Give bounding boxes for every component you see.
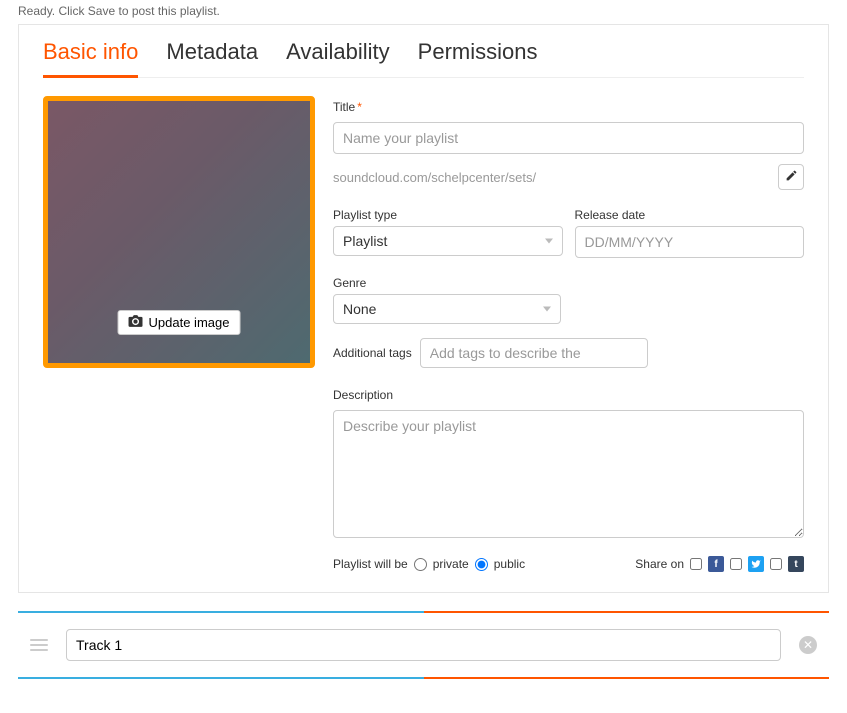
title-input[interactable] bbox=[333, 122, 804, 154]
tab-metadata[interactable]: Metadata bbox=[166, 25, 258, 78]
close-icon: ✕ bbox=[803, 639, 813, 651]
privacy-group: Playlist will be private public bbox=[333, 557, 525, 571]
share-facebook-checkbox[interactable] bbox=[690, 558, 702, 570]
tabs: Basic info Metadata Availability Permiss… bbox=[43, 25, 804, 78]
editor-panel: Basic info Metadata Availability Permiss… bbox=[18, 24, 829, 593]
share-group: Share on f t bbox=[635, 556, 804, 572]
progress-line-top bbox=[18, 611, 829, 613]
camera-icon bbox=[129, 315, 143, 330]
twitter-icon bbox=[748, 556, 764, 572]
playlist-type-select-wrap: Playlist bbox=[333, 226, 563, 256]
status-bar: Ready. Click Save to post this playlist. bbox=[0, 0, 847, 22]
privacy-public-label: public bbox=[494, 557, 525, 571]
tab-permissions[interactable]: Permissions bbox=[418, 25, 538, 78]
share-twitter-checkbox[interactable] bbox=[730, 558, 742, 570]
privacy-label: Playlist will be bbox=[333, 557, 408, 571]
track-row: ✕ bbox=[18, 613, 829, 677]
image-column: Update image bbox=[43, 96, 315, 572]
genre-select[interactable]: None bbox=[333, 294, 561, 324]
permalink-url: soundcloud.com/schelpcenter/sets/ bbox=[333, 170, 770, 185]
title-label: Title* bbox=[333, 100, 804, 114]
form-column: Title* soundcloud.com/schelpcenter/sets/… bbox=[333, 96, 804, 572]
track-section: ✕ bbox=[18, 611, 829, 679]
drag-handle-icon[interactable] bbox=[30, 639, 48, 651]
remove-track-button[interactable]: ✕ bbox=[799, 636, 817, 654]
privacy-private-radio[interactable] bbox=[414, 558, 427, 571]
release-date-label: Release date bbox=[575, 208, 805, 222]
edit-url-button[interactable] bbox=[778, 164, 804, 190]
playlist-type-select[interactable]: Playlist bbox=[333, 226, 563, 256]
tab-availability[interactable]: Availability bbox=[286, 25, 390, 78]
type-date-row: Playlist type Playlist Release date bbox=[333, 204, 804, 258]
required-indicator: * bbox=[357, 100, 362, 114]
progress-line-bottom bbox=[18, 677, 829, 679]
tags-input[interactable] bbox=[420, 338, 648, 368]
genre-label: Genre bbox=[333, 276, 804, 290]
share-label: Share on bbox=[635, 557, 684, 571]
update-image-label: Update image bbox=[149, 315, 230, 330]
genre-row: Genre None bbox=[333, 272, 804, 324]
tags-row: Additional tags bbox=[333, 338, 804, 368]
update-image-button[interactable]: Update image bbox=[118, 310, 241, 335]
tags-label: Additional tags bbox=[333, 346, 412, 360]
pencil-icon bbox=[785, 169, 798, 185]
playlist-type-label: Playlist type bbox=[333, 208, 563, 222]
description-label: Description bbox=[333, 388, 804, 402]
privacy-private-label: private bbox=[433, 557, 469, 571]
facebook-icon: f bbox=[708, 556, 724, 572]
track-name-input[interactable] bbox=[66, 629, 781, 661]
bottom-row: Playlist will be private public Share on… bbox=[333, 556, 804, 572]
release-date-input[interactable] bbox=[575, 226, 805, 258]
privacy-public-radio[interactable] bbox=[475, 558, 488, 571]
description-textarea[interactable] bbox=[333, 410, 804, 538]
share-tumblr-checkbox[interactable] bbox=[770, 558, 782, 570]
tumblr-icon: t bbox=[788, 556, 804, 572]
playlist-artwork: Update image bbox=[43, 96, 315, 368]
content: Update image Title* soundcloud.com/schel… bbox=[43, 96, 804, 572]
url-row: soundcloud.com/schelpcenter/sets/ bbox=[333, 164, 804, 190]
tab-basic-info[interactable]: Basic info bbox=[43, 25, 138, 78]
